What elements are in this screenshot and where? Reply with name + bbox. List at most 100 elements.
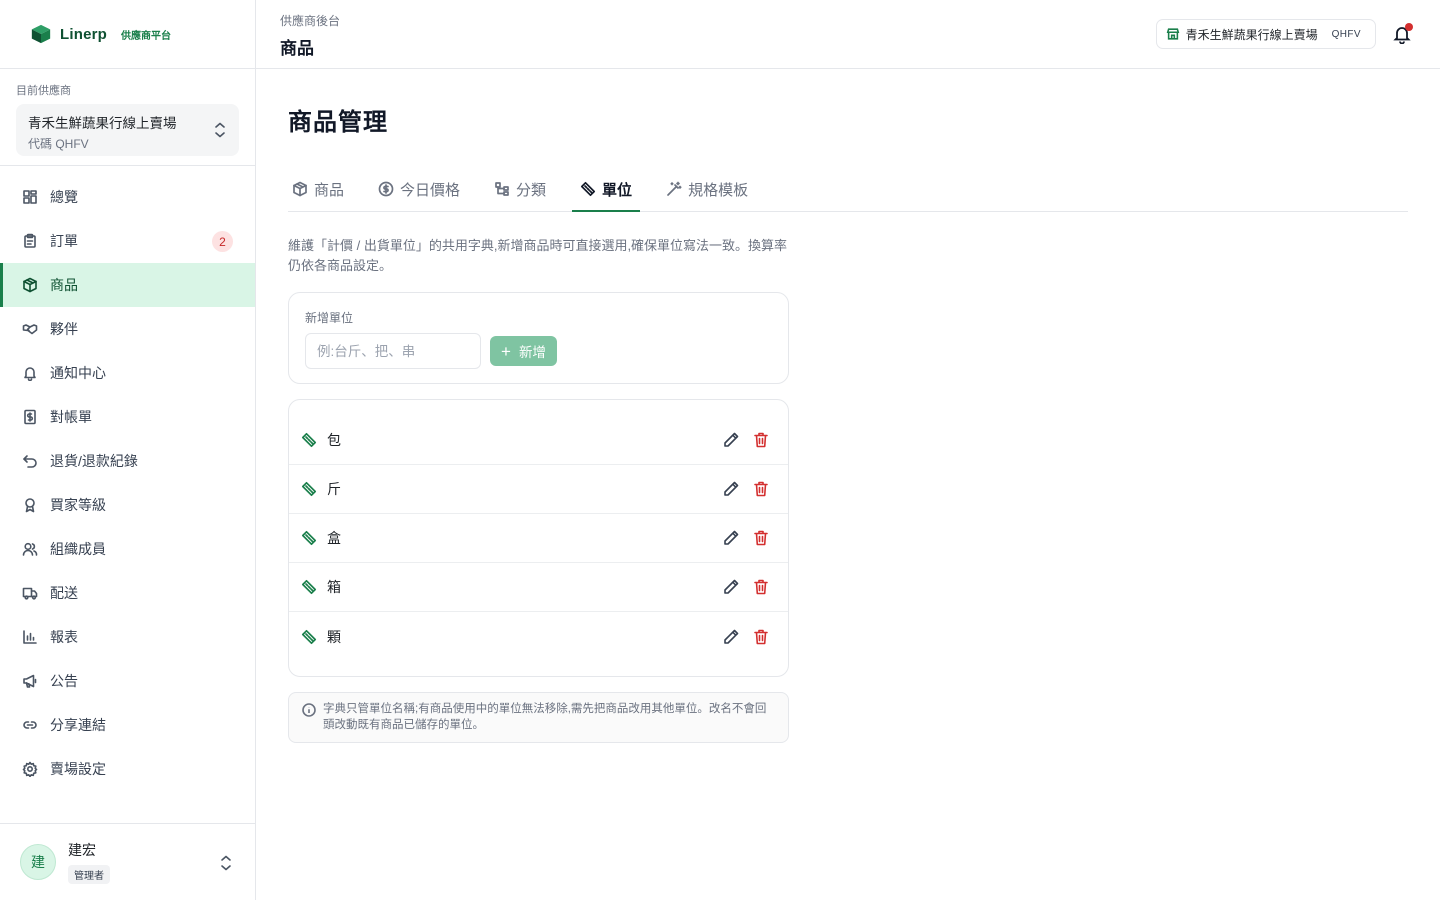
sidebar-nav: 總覽 訂單 2 商品 夥伴 通知中心 對帳單 退貨/退款紀錄 買家等級 組織成員…: [0, 166, 255, 791]
pencil-icon: [724, 629, 739, 644]
package-icon: [23, 277, 37, 293]
user-role-badge: 管理者: [68, 865, 110, 884]
edit-unit-button[interactable]: [722, 628, 740, 646]
tab-today-price[interactable]: 今日價格: [374, 167, 464, 211]
supplier-switcher[interactable]: 青禾生鮮蔬果行線上賣場 代碼 QHFV: [16, 104, 239, 156]
sidebar-item-store-settings[interactable]: 賣場設定: [0, 747, 255, 791]
ruler-icon: [301, 579, 317, 595]
unit-name: 斤: [327, 481, 341, 497]
sidebar-item-label: 組織成員: [50, 541, 106, 557]
info-note-text: 字典只管單位名稱;有商品使用中的單位無法移除,需先把商品改用其他單位。改名不會回…: [323, 703, 767, 731]
avatar: 建: [20, 844, 56, 880]
sidebar-item-label: 總覽: [50, 189, 78, 205]
tab-bar: 商品 今日價格 分類 單位 規格模板: [288, 167, 1408, 212]
sidebar-item-label: 賣場設定: [50, 761, 106, 777]
add-unit-button-label: 新增: [518, 345, 546, 360]
sidebar-item-announcements[interactable]: 公告: [0, 659, 255, 703]
delete-unit-button[interactable]: [752, 578, 770, 596]
edit-unit-button[interactable]: [722, 529, 740, 547]
sidebar-item-label: 公告: [50, 673, 78, 689]
ruler-icon: [301, 432, 317, 448]
pencil-icon: [724, 432, 739, 447]
tab-label: 單位: [602, 181, 633, 199]
edit-unit-button[interactable]: [722, 431, 740, 449]
sidebar-item-label: 買家等級: [50, 497, 106, 513]
delete-unit-button[interactable]: [752, 431, 770, 449]
pencil-icon: [724, 530, 739, 545]
user-menu[interactable]: 建 建宏 管理者: [0, 823, 255, 900]
sidebar-item-label: 報表: [50, 629, 78, 645]
delete-unit-button[interactable]: [752, 628, 770, 646]
sidebar-item-label: 退貨/退款紀錄: [50, 453, 138, 469]
user-name: 建宏: [68, 842, 96, 858]
sidebar-item-overview[interactable]: 總覽: [0, 175, 255, 219]
main-content: 商品管理 商品 今日價格 分類 單位 規格模板 維護「計價 / 出貨單位」的共用…: [288, 69, 1408, 743]
supplier-label: 目前供應商: [16, 85, 71, 97]
handshake-icon: [22, 324, 38, 335]
store-switcher[interactable]: 青禾生鮮蔬果行線上賣場 QHFV: [1155, 19, 1376, 49]
dollar-circle-icon: [378, 181, 394, 197]
sidebar: Linerp 供應商平台 目前供應商 青禾生鮮蔬果行線上賣場 代碼 QHFV 總…: [0, 0, 256, 900]
chevron-up-down-icon: [215, 122, 225, 138]
info-note: 字典只管單位名稱;有商品使用中的單位無法移除,需先把商品改用其他單位。改名不會回…: [288, 692, 789, 743]
sidebar-item-reports[interactable]: 報表: [0, 615, 255, 659]
unit-list: 包 斤 盒 箱 顆: [288, 399, 789, 677]
chevron-up-down-icon: [221, 855, 231, 871]
tab-products[interactable]: 商品: [288, 167, 348, 211]
receipt-icon: [24, 409, 36, 425]
sidebar-item-statements[interactable]: 對帳單: [0, 395, 255, 439]
brand-name: Linerp: [60, 25, 108, 43]
units-description: 維護「計價 / 出貨單位」的共用字典,新增商品時可直接選用,確保單位寫法一致。換…: [288, 238, 788, 273]
trash-icon: [754, 629, 768, 644]
delete-unit-button[interactable]: [752, 529, 770, 547]
notifications-button[interactable]: [1392, 23, 1413, 45]
ruler-icon: [301, 481, 317, 497]
brand[interactable]: Linerp 供應商平台: [0, 0, 255, 69]
store-icon: [1166, 28, 1179, 40]
undo-icon: [23, 455, 37, 468]
sidebar-item-members[interactable]: 組織成員: [0, 527, 255, 571]
sidebar-item-label: 配送: [50, 585, 78, 601]
award-icon: [25, 498, 35, 513]
bar-chart-icon: [23, 630, 37, 644]
sidebar-item-products[interactable]: 商品: [0, 263, 255, 307]
section-heading: 商品管理: [288, 109, 388, 136]
edit-unit-button[interactable]: [722, 480, 740, 498]
sidebar-item-share-links[interactable]: 分享連結: [0, 703, 255, 747]
sidebar-item-label: 夥伴: [50, 321, 78, 337]
sidebar-item-orders[interactable]: 訂單 2: [0, 219, 255, 263]
unit-name-input[interactable]: [305, 333, 481, 369]
trash-icon: [754, 530, 768, 546]
add-unit-button[interactable]: + 新增: [490, 336, 557, 366]
store-name: 青禾生鮮蔬果行線上賣場: [1185, 27, 1318, 42]
sidebar-item-returns[interactable]: 退貨/退款紀錄: [0, 439, 255, 483]
sidebar-item-buyer-levels[interactable]: 買家等級: [0, 483, 255, 527]
brand-tag: 供應商平台: [121, 30, 172, 42]
megaphone-icon: [23, 674, 37, 688]
delete-unit-button[interactable]: [752, 480, 770, 498]
package-icon: [293, 181, 307, 197]
trash-icon: [754, 481, 768, 497]
tab-label: 分類: [516, 181, 547, 199]
sidebar-item-partners[interactable]: 夥伴: [0, 307, 255, 351]
topbar: 供應商後台 商品 青禾生鮮蔬果行線上賣場 QHFV: [256, 0, 1440, 69]
tab-spec-templates[interactable]: 規格模板: [662, 167, 752, 211]
ruler-icon: [301, 530, 317, 546]
orders-count-badge: 2: [212, 231, 233, 252]
pencil-icon: [724, 481, 739, 496]
pencil-icon: [724, 579, 739, 594]
list-item: 斤: [289, 465, 788, 514]
sidebar-item-delivery[interactable]: 配送: [0, 571, 255, 615]
tab-label: 今日價格: [400, 181, 461, 199]
link-icon: [23, 721, 37, 729]
tab-units[interactable]: 單位: [572, 167, 641, 212]
supplier-code: 代碼 QHFV: [28, 137, 89, 151]
notification-dot: [1405, 23, 1413, 31]
list-item: 包: [289, 416, 788, 465]
supplier-name: 青禾生鮮蔬果行線上賣場: [28, 116, 177, 131]
add-unit-label: 新增單位: [305, 311, 354, 325]
sidebar-item-label: 通知中心: [50, 365, 106, 381]
tab-categories[interactable]: 分類: [490, 167, 550, 211]
edit-unit-button[interactable]: [722, 578, 740, 596]
sidebar-item-notifications[interactable]: 通知中心: [0, 351, 255, 395]
